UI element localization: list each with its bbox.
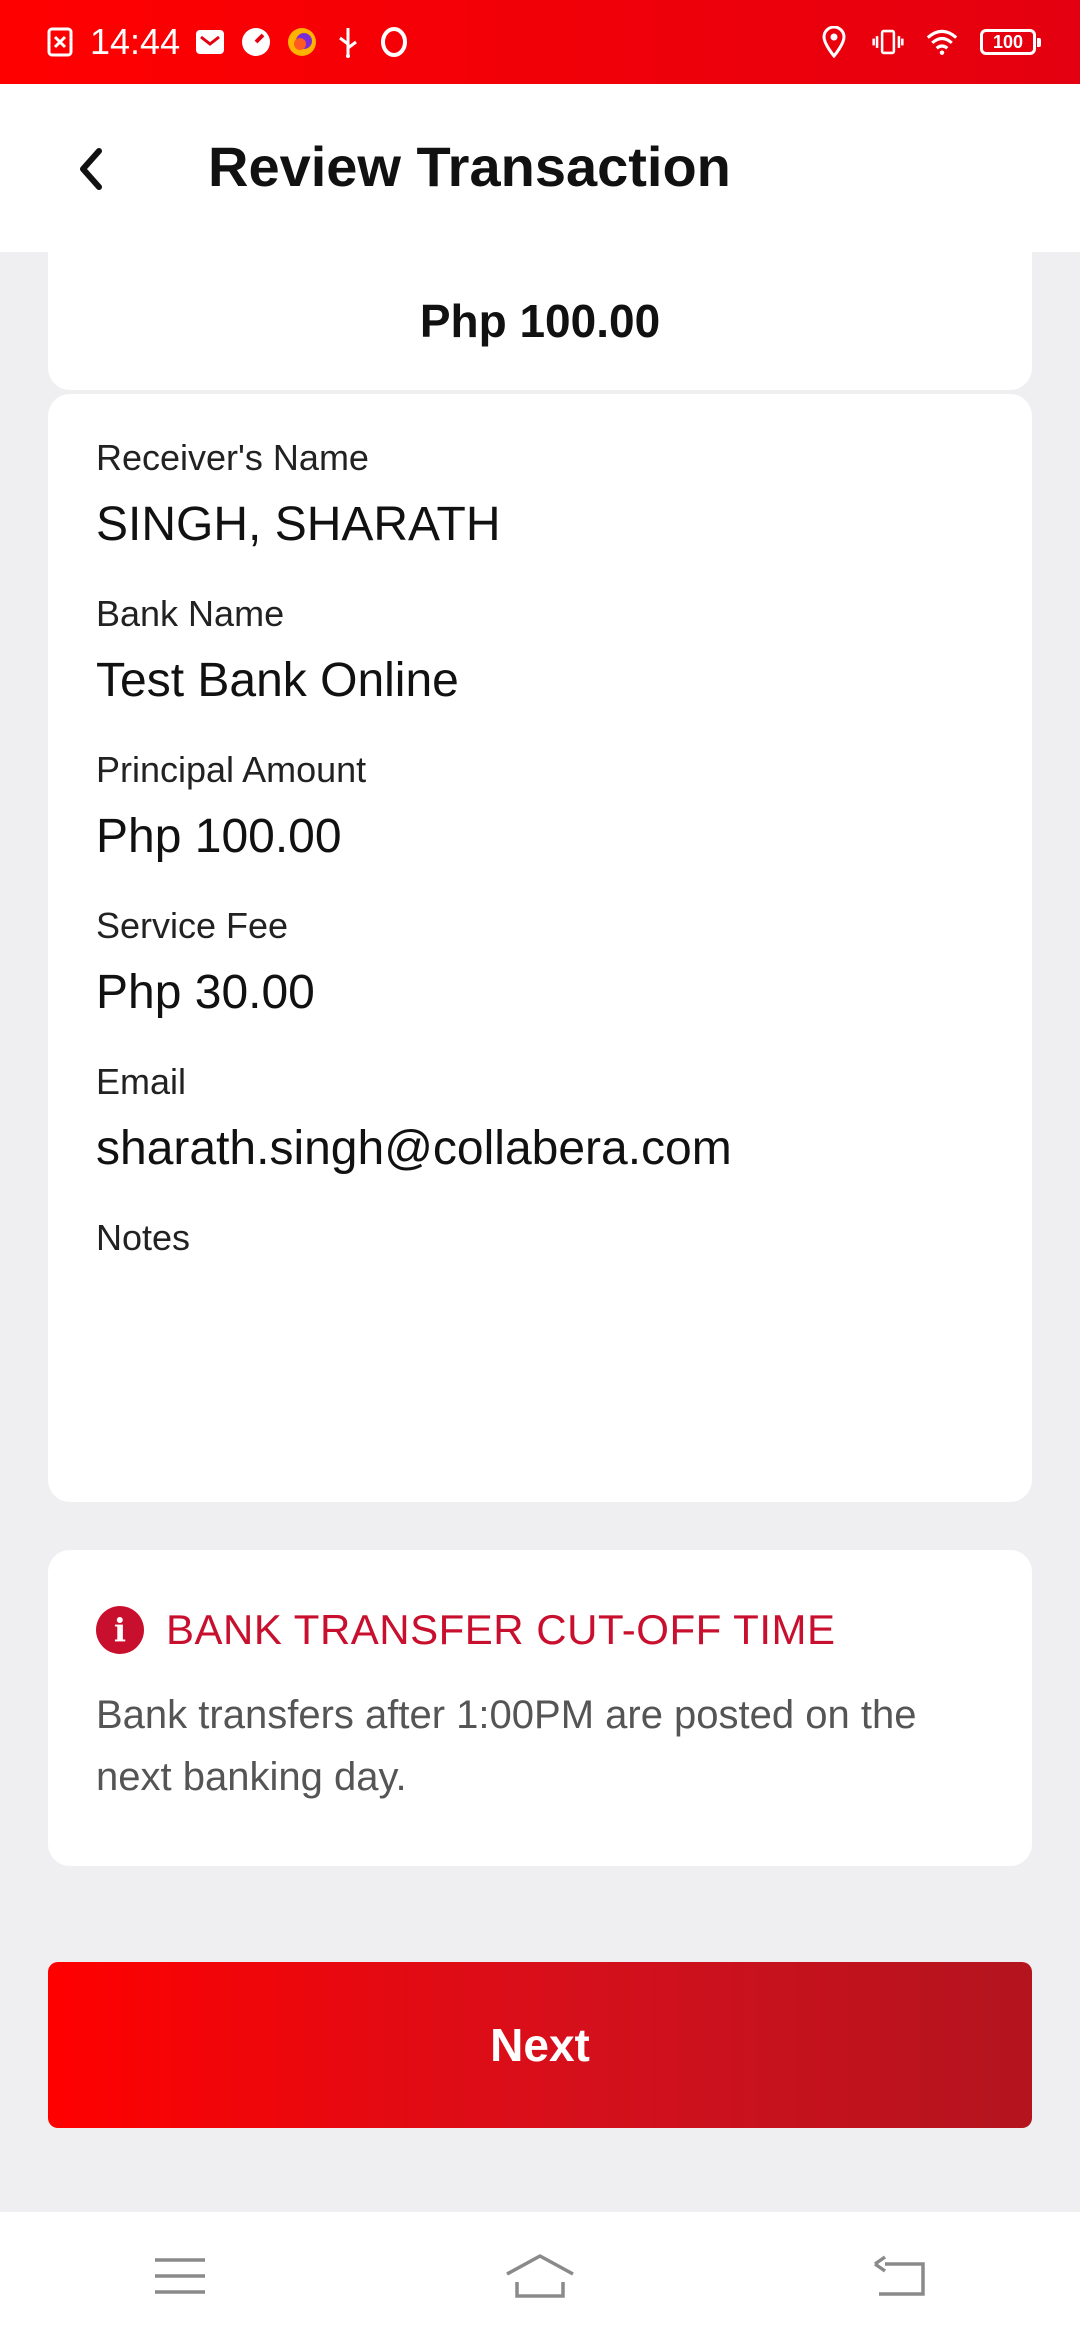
firefox-icon — [286, 26, 318, 58]
field-label: Receiver's Name — [96, 437, 369, 478]
amount-summary: Php 100.00 — [419, 295, 661, 347]
field-receiver-name: Receiver's Name SINGH, SHARATH — [96, 434, 984, 560]
status-right: 100 — [818, 26, 1041, 58]
field-email: Email sharath.singh@collabera.com — [96, 1058, 984, 1184]
battery-icon: 100 — [980, 29, 1041, 55]
vibrate-icon — [872, 26, 904, 58]
mail-icon — [194, 26, 226, 58]
field-value: Php 100.00 — [96, 810, 342, 863]
notice-header: i BANK TRANSFER CUT-OFF TIME — [96, 1606, 984, 1654]
notice-body: Bank transfers after 1:00PM are posted o… — [96, 1693, 917, 1799]
field-label: Email — [96, 1061, 187, 1102]
home-icon[interactable] — [500, 2246, 580, 2306]
field-notes: Notes — [96, 1214, 984, 1262]
status-left: 14:44 — [44, 21, 410, 63]
page-title: Review Transaction — [208, 135, 731, 198]
back-icon[interactable] — [860, 2246, 940, 2306]
menu-icon[interactable] — [140, 2246, 220, 2306]
status-bar: 14:44 100 — [0, 0, 1080, 84]
field-value: SINGH, SHARATH — [96, 498, 501, 551]
status-time: 14:44 — [90, 21, 181, 62]
info-icon: i — [96, 1606, 144, 1654]
field-value: Test Bank Online — [96, 654, 459, 707]
opera-icon — [378, 26, 410, 58]
back-arrow-icon — [80, 148, 102, 190]
next-button[interactable]: Next — [48, 1962, 1032, 2128]
app-bar: Review Transaction — [0, 84, 1080, 252]
amount-summary-card: Php 100.00 — [48, 252, 1032, 390]
cutoff-notice-card: i BANK TRANSFER CUT-OFF TIME Bank transf… — [48, 1550, 1032, 1866]
transaction-details-card: Receiver's Name SINGH, SHARATH Bank Name… — [48, 394, 1032, 1502]
field-label: Service Fee — [96, 905, 289, 946]
notice-title: BANK TRANSFER CUT-OFF TIME — [166, 1606, 836, 1653]
field-label: Notes — [96, 1217, 191, 1258]
field-label: Principal Amount — [96, 749, 367, 790]
system-nav-bar — [0, 2212, 1080, 2340]
field-value: Php 30.00 — [96, 966, 315, 1019]
field-principal-amount: Principal Amount Php 100.00 — [96, 746, 984, 872]
screenshot-icon — [44, 26, 76, 58]
speedometer-icon — [240, 26, 272, 58]
field-bank-name: Bank Name Test Bank Online — [96, 590, 984, 716]
field-value: sharath.singh@collabera.com — [96, 1122, 732, 1175]
back-button[interactable] — [60, 134, 120, 204]
location-icon — [818, 26, 850, 58]
usb-icon — [332, 26, 364, 58]
field-service-fee: Service Fee Php 30.00 — [96, 902, 984, 1028]
wifi-icon — [926, 26, 958, 58]
field-label: Bank Name — [96, 593, 285, 634]
